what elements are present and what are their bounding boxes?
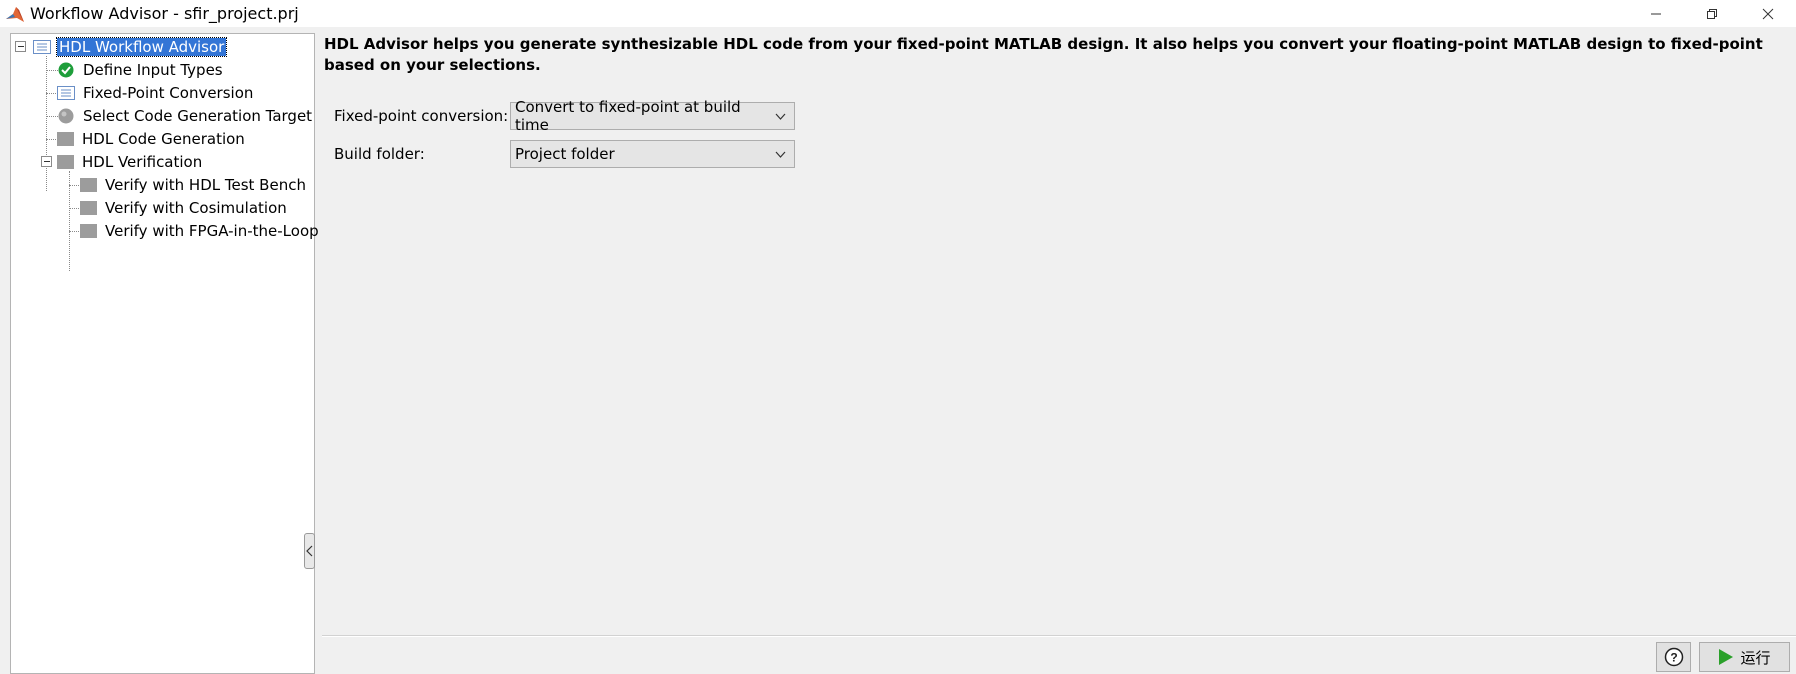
collapse-hdl-verification-toggle[interactable] — [41, 156, 52, 167]
intro-text: HDL Advisor helps you generate synthesiz… — [324, 35, 1763, 74]
gray-square-icon — [57, 155, 74, 169]
window-title: Workflow Advisor - sfir_project.prj — [30, 4, 299, 23]
tree-item-label: HDL Verification — [82, 153, 203, 171]
build-folder-value: Project folder — [515, 145, 615, 163]
workflow-tree: HDL Workflow Advisor Define Input Types … — [10, 33, 319, 674]
minimize-icon — [1651, 13, 1661, 14]
build-folder-row: Build folder: Project folder — [334, 140, 795, 168]
tree-item-hdl-workflow-advisor[interactable]: HDL Workflow Advisor — [33, 36, 228, 58]
close-icon — [1762, 8, 1774, 19]
fixed-point-conversion-value: Convert to fixed-point at build time — [515, 98, 741, 134]
restore-button[interactable] — [1684, 0, 1740, 27]
main-panel: HDL Advisor helps you generate synthesiz… — [316, 27, 1796, 674]
chevron-down-icon — [775, 151, 786, 158]
tree-item-verify-cosimulation[interactable]: Verify with Cosimulation — [80, 197, 289, 219]
check-circle-icon — [58, 62, 74, 78]
tree-item-label: Verify with Cosimulation — [105, 199, 287, 217]
svg-text:?: ? — [1670, 651, 1677, 665]
close-button[interactable] — [1740, 0, 1796, 27]
tree-item-verify-fpga-in-the-loop[interactable]: Verify with FPGA-in-the-Loop — [80, 220, 321, 242]
footer-separator — [322, 635, 1796, 637]
build-folder-select[interactable]: Project folder — [510, 140, 795, 168]
gray-square-icon — [57, 132, 74, 146]
collapse-root-toggle[interactable] — [15, 41, 26, 52]
title-bar: Workflow Advisor - sfir_project.prj — [0, 0, 1796, 27]
tree-item-select-code-generation-target[interactable]: Select Code Generation Target — [57, 105, 314, 127]
collapse-panel-handle[interactable] — [304, 533, 315, 569]
tree-connector — [69, 171, 70, 271]
fixed-point-conversion-label: Fixed-point conversion: — [334, 107, 509, 125]
tree-item-label: Select Code Generation Target — [83, 107, 313, 125]
play-icon — [1719, 649, 1734, 665]
minimize-button[interactable] — [1628, 0, 1684, 27]
tree-item-label: Verify with FPGA-in-the-Loop — [105, 222, 319, 240]
run-button[interactable]: 运行 — [1699, 642, 1790, 672]
tree-item-label: Define Input Types — [83, 61, 223, 79]
document-icon — [33, 40, 51, 54]
gray-square-icon — [80, 178, 97, 192]
fixed-point-conversion-row: Fixed-point conversion: Convert to fixed… — [334, 98, 795, 134]
chevron-down-icon — [775, 113, 786, 120]
matlab-logo-icon — [6, 6, 24, 22]
tree-connector — [46, 56, 47, 191]
tree-item-verify-hdl-test-bench[interactable]: Verify with HDL Test Bench — [80, 174, 308, 196]
chevron-left-icon — [306, 545, 313, 557]
run-button-label: 运行 — [1740, 648, 1771, 667]
tree-item-hdl-verification[interactable]: HDL Verification — [57, 151, 204, 173]
build-folder-label: Build folder: — [334, 145, 425, 163]
help-button[interactable]: ? — [1656, 642, 1691, 672]
tree-item-label: Verify with HDL Test Bench — [105, 176, 306, 194]
gray-square-icon — [80, 224, 97, 238]
tree-item-define-input-types[interactable]: Define Input Types — [57, 59, 225, 81]
fixed-point-conversion-select[interactable]: Convert to fixed-point at build time — [510, 98, 795, 134]
tree-item-label: Fixed-Point Conversion — [83, 84, 254, 102]
restore-icon — [1707, 8, 1717, 19]
help-icon: ? — [1664, 647, 1683, 667]
tree-item-fixed-point-conversion[interactable]: Fixed-Point Conversion — [57, 82, 255, 104]
document-icon — [57, 86, 75, 100]
tree-item-label: HDL Workflow Advisor — [55, 37, 228, 57]
tree-item-label: HDL Code Generation — [82, 130, 245, 148]
gray-circle-icon — [58, 108, 74, 124]
window-controls — [1628, 0, 1796, 27]
gray-square-icon — [80, 201, 97, 215]
tree-item-hdl-code-generation[interactable]: HDL Code Generation — [57, 128, 247, 150]
